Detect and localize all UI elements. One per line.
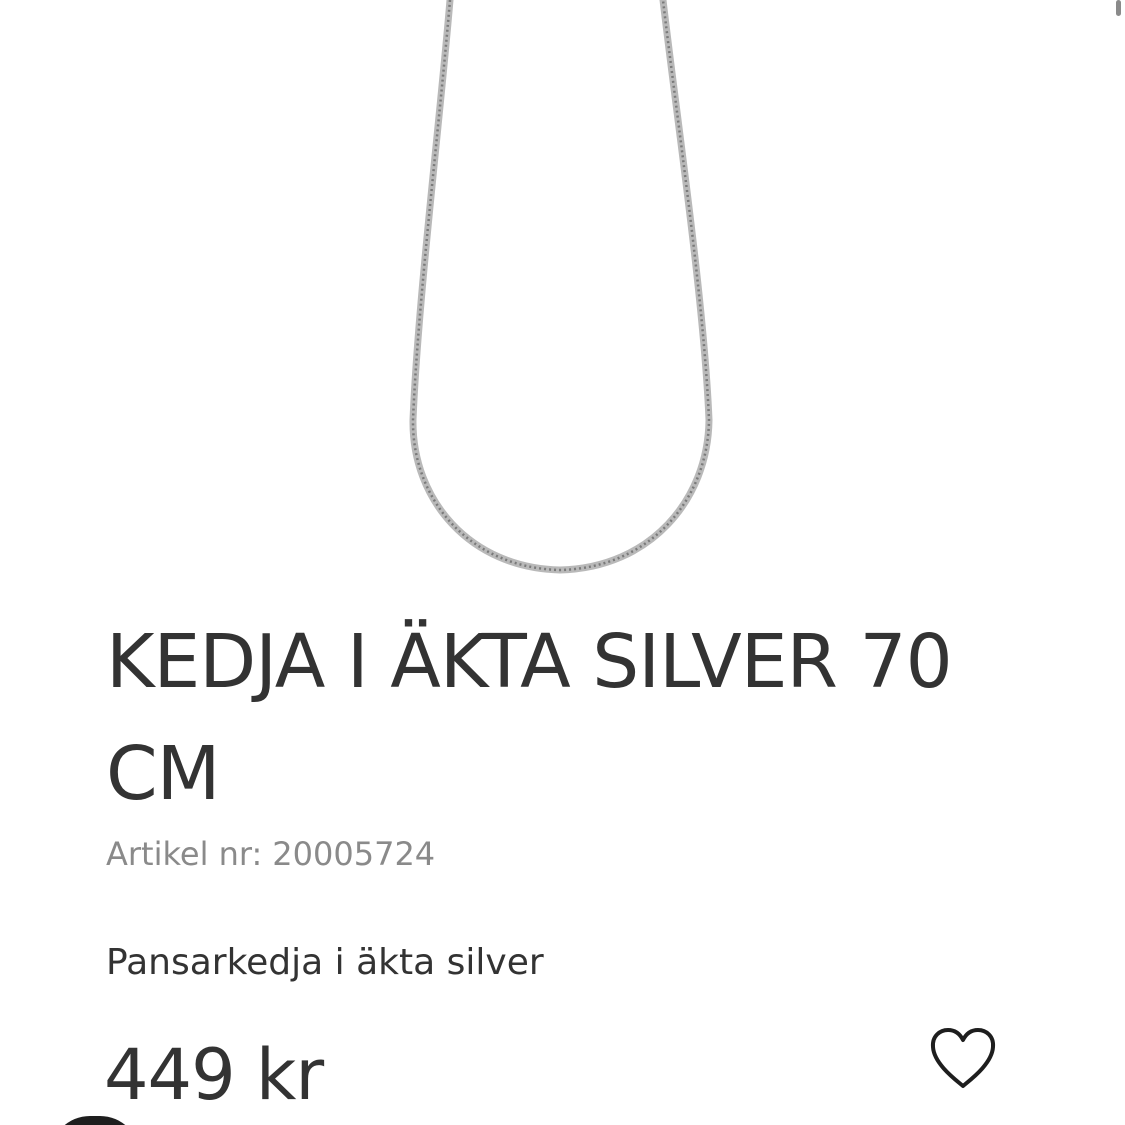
product-title: KEDJA I ÄKTA SILVER 70 CM bbox=[106, 619, 953, 817]
silver-chain-necklace-image bbox=[409, 0, 713, 574]
article-number-label: Artikel nr: bbox=[106, 835, 263, 873]
article-number-value: 20005724 bbox=[272, 835, 436, 873]
product-description: Pansarkedja i äkta silver bbox=[106, 942, 544, 983]
product-price: 449 kr bbox=[104, 1034, 324, 1116]
heart-outline-icon bbox=[930, 1028, 996, 1088]
scrollbar[interactable] bbox=[1116, 0, 1121, 16]
product-image[interactable] bbox=[0, 0, 1125, 600]
wishlist-button[interactable] bbox=[926, 1024, 1000, 1094]
article-number: Artikel nr: 20005724 bbox=[106, 834, 435, 874]
